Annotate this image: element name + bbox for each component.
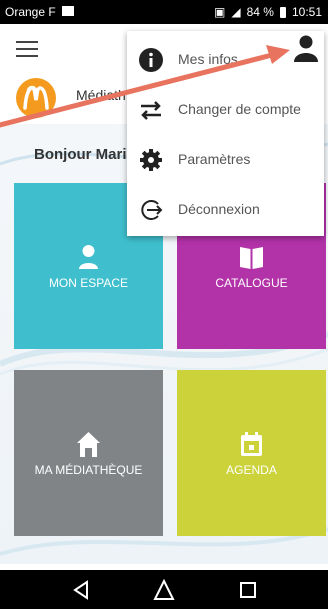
annotation-arrow (0, 45, 290, 128)
